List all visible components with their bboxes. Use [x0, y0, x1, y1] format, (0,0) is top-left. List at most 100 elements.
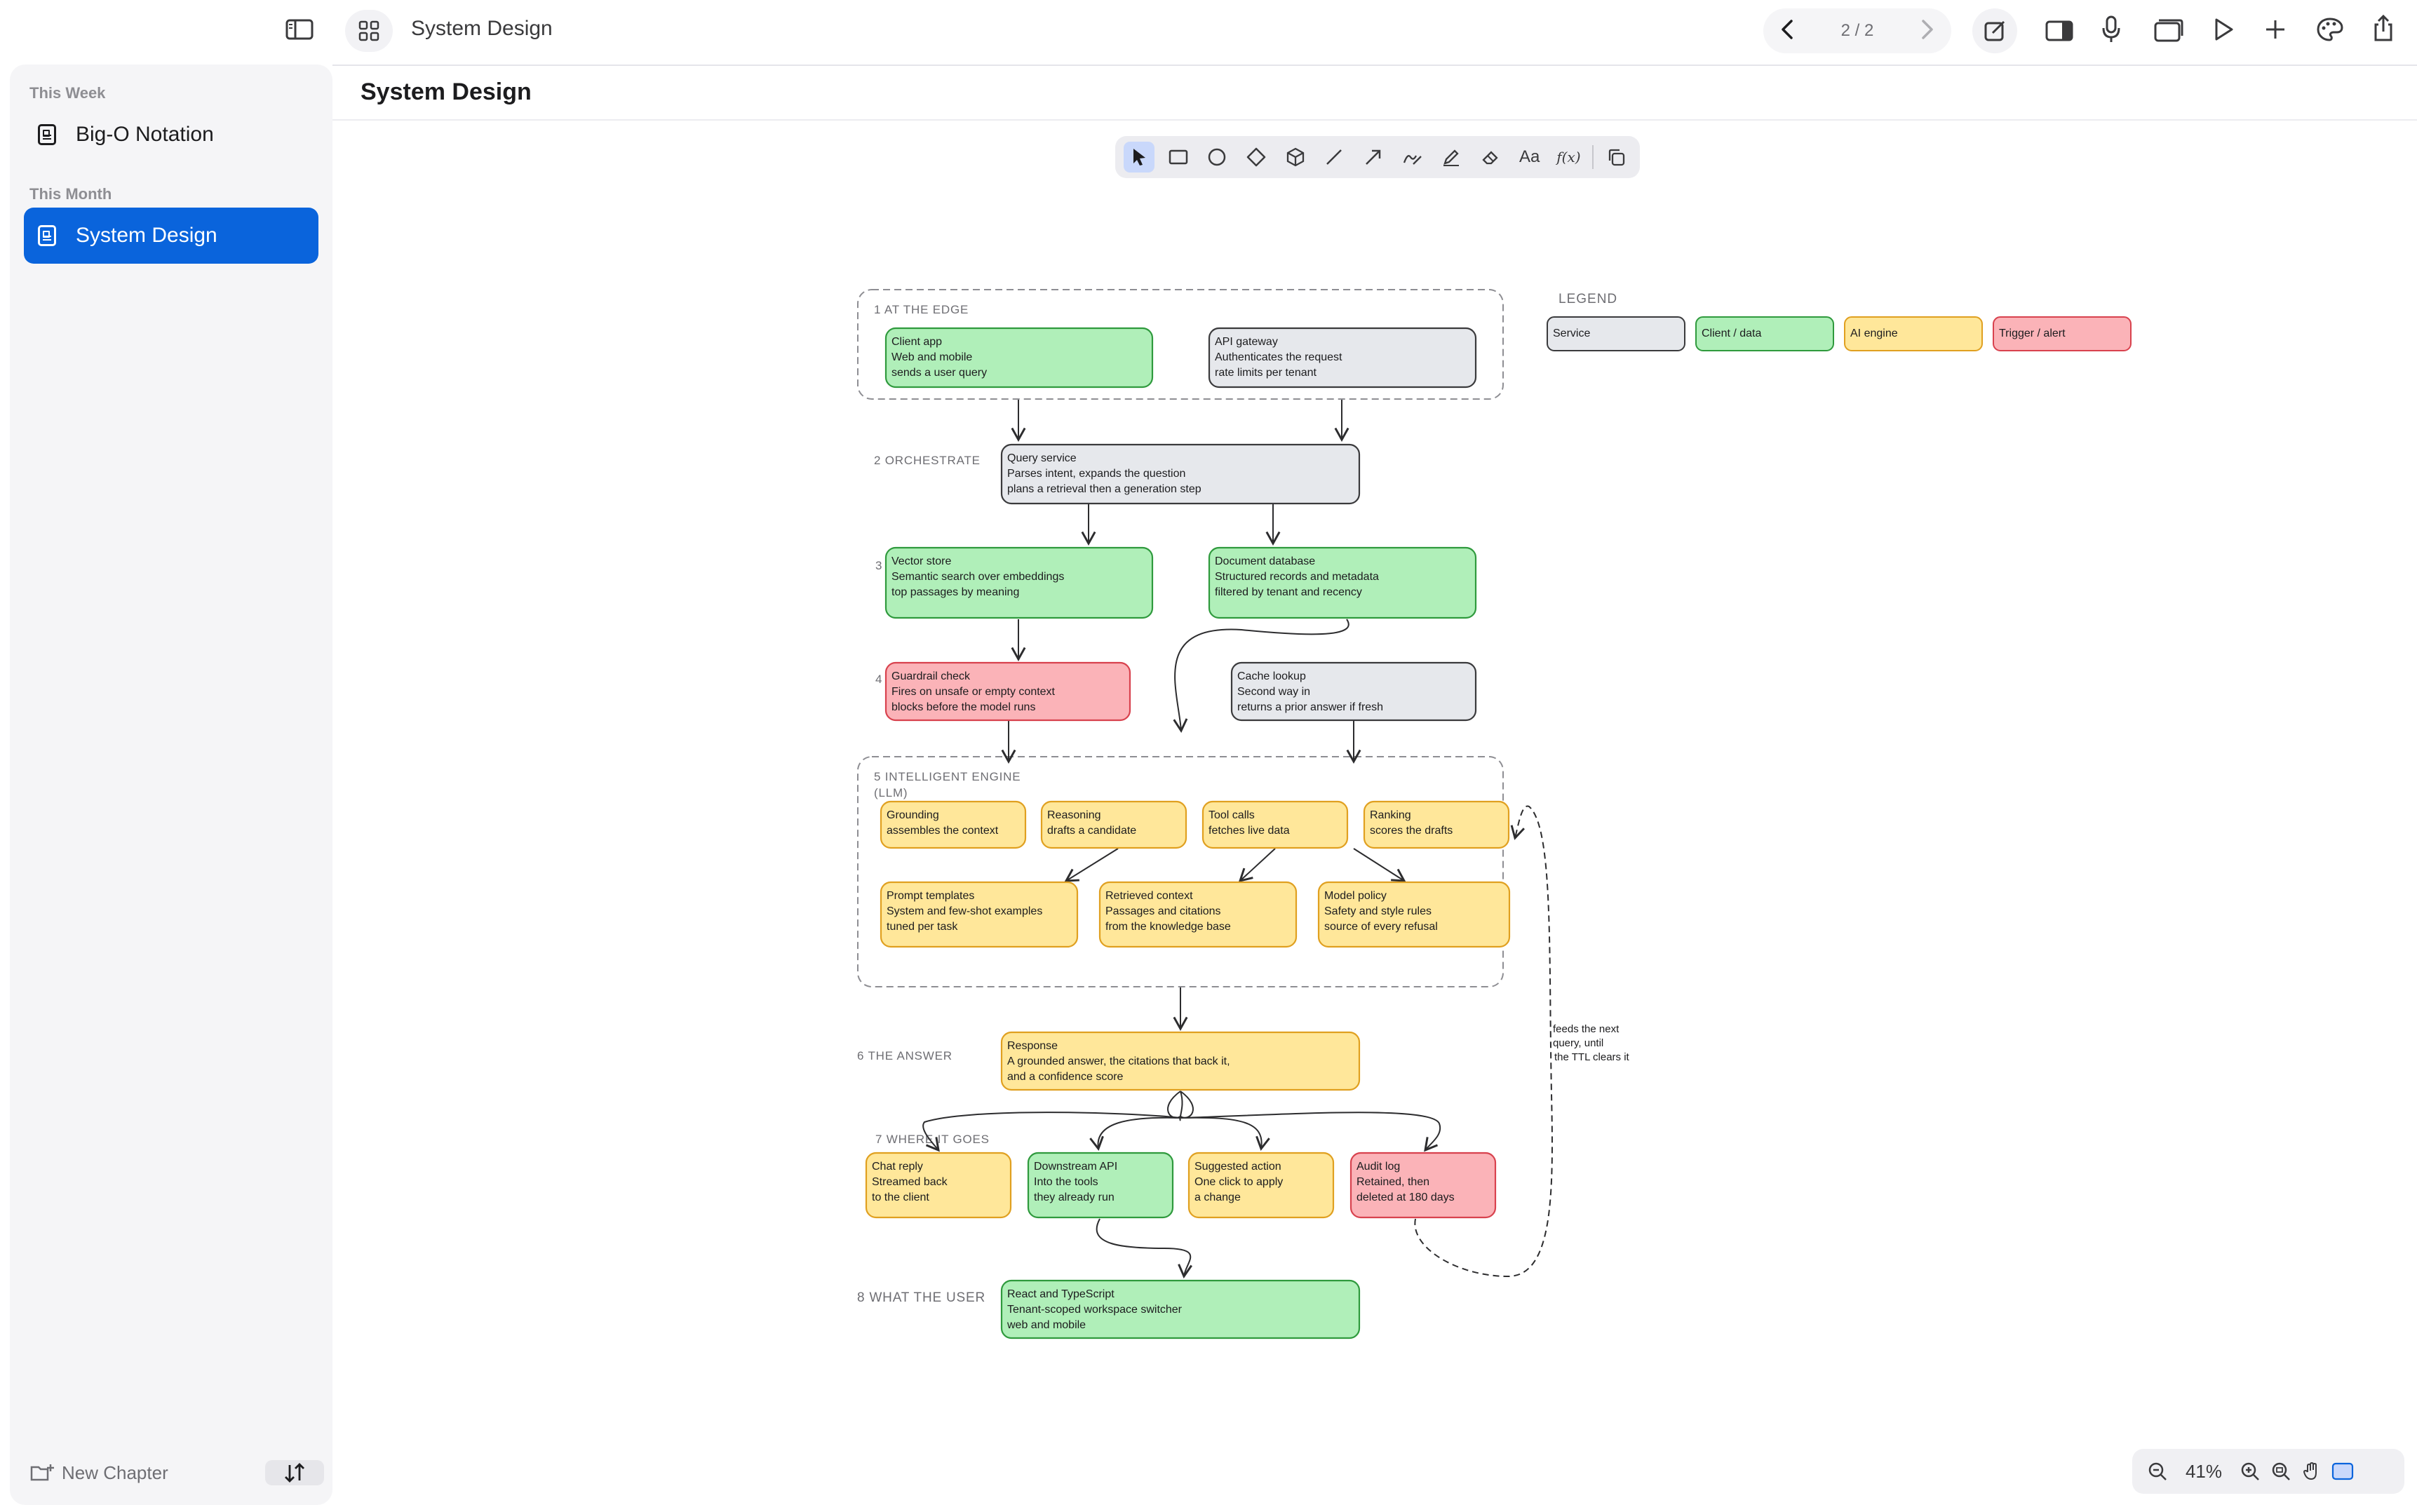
engine-group-label-2: (LLM) [874, 786, 908, 799]
engine-group-frame[interactable] [857, 756, 1504, 987]
node-text-line: Audit log [1356, 1161, 1400, 1173]
node-document-db[interactable]: Document database Structured records and … [1208, 546, 1477, 619]
zoom-bar: 41% [2132, 1449, 2404, 1494]
node-text-line: deleted at 180 days [1356, 1192, 1455, 1203]
node-grounding[interactable]: Grounding assembles the context [880, 800, 1027, 849]
feedback-note-line-1: feeds the next [1553, 1023, 1620, 1035]
node-text-line: web and mobile [1006, 1319, 1086, 1331]
node-client-app[interactable]: Client app Web and mobile sends a user que… [884, 327, 1154, 389]
zoom-level[interactable]: 41% [2173, 1461, 2235, 1483]
node-text-line: Retrieved context [1105, 890, 1193, 902]
node-api-gateway[interactable]: API gateway Authenticates the request rate… [1208, 327, 1477, 389]
node-text-line: Tool calls [1208, 809, 1255, 821]
node-cache[interactable]: Cache lookup Second way in returns a prior… [1230, 661, 1477, 722]
node-text-line: Passages and citations [1105, 905, 1221, 917]
user-label: 8 WHAT THE USER [857, 1290, 985, 1305]
legend-title: LEGEND [1558, 292, 1617, 306]
node-text-line: source of every refusal [1324, 921, 1438, 933]
node-text-line: top passages by meaning [891, 586, 1019, 598]
node-frontend[interactable]: React and TypeScript Tenant-scoped worksp… [1000, 1279, 1361, 1339]
minimap-icon[interactable] [2327, 1456, 2358, 1487]
node-text-line: One click to apply [1194, 1176, 1283, 1188]
node-text-line: API gateway [1215, 336, 1278, 348]
feedback-note-line-3: the TTL clears it [1554, 1051, 1630, 1063]
node-text-line: Downstream API [1034, 1161, 1117, 1173]
node-text-line: they already run [1034, 1192, 1115, 1203]
hand-tool-icon[interactable] [2296, 1456, 2327, 1487]
node-text-line: Suggested action [1194, 1161, 1281, 1173]
node-text-line: Response [1007, 1040, 1058, 1052]
legend-trigger-label: Trigger / alert [1999, 328, 2066, 339]
node-text-line: rate limits per tenant [1215, 367, 1317, 379]
node-ranking[interactable]: Ranking scores the drafts [1363, 800, 1510, 849]
node-text-line: Parses intent, expands the question [1007, 468, 1185, 480]
node-text-line: Into the tools [1034, 1176, 1098, 1188]
node-retrieved-context[interactable]: Retrieved context Passages and citations f… [1098, 881, 1298, 948]
node-model-policy[interactable]: Model policy Safety and style rules source… [1317, 881, 1511, 948]
diagram-canvas[interactable]: 1 AT THE EDGE 2 ORCHESTRATE 3 4 5 INTELL… [0, 0, 2417, 1512]
legend-service-label: Service [1553, 328, 1590, 339]
node-vector-store[interactable]: Vector store Semantic search over embeddi… [884, 546, 1154, 619]
node-text-line: fetches live data [1208, 825, 1290, 837]
node-text-line: A grounded answer, the citations that ba… [1007, 1055, 1230, 1067]
node-text-line: Vector store [891, 555, 951, 567]
node-text-line: and a confidence score [1007, 1071, 1124, 1083]
node-text-line: returns a prior answer if fresh [1237, 701, 1383, 713]
node-query-service[interactable]: Query service Parses intent, expands the … [1000, 443, 1361, 505]
node-prompt-templates[interactable]: Prompt templates System and few-shot exam… [880, 881, 1079, 948]
zoom-in-icon[interactable] [2235, 1456, 2265, 1487]
node-tool-calls[interactable]: Tool calls fetches live data [1201, 800, 1349, 849]
node-text-line: plans a retrieval then a generation step [1007, 483, 1201, 495]
node-reasoning[interactable]: Reasoning drafts a candidate [1040, 800, 1187, 849]
node-text-line: Client app [891, 336, 942, 348]
node-text-line: Ranking [1370, 809, 1411, 821]
node-text-line: Chat reply [872, 1161, 923, 1173]
node-text-line: Prompt templates [887, 890, 974, 902]
feedback-note-line-2: query, until [1553, 1037, 1603, 1049]
node-text-line: Guardrail check [891, 670, 971, 682]
node-suggested-action[interactable]: Suggested action One click to apply a chan… [1187, 1152, 1335, 1219]
node-text-line: Retained, then [1356, 1176, 1429, 1188]
feedback-note: feeds the next query, until the TTL clea… [1553, 1023, 1630, 1063]
legend: LEGEND Service Client / data AI engine T… [1547, 292, 2132, 351]
answer-label: 6 THE ANSWER [857, 1049, 952, 1062]
node-downstream-api[interactable]: Downstream API Into the tools they already… [1027, 1152, 1174, 1219]
node-guardrail[interactable]: Guardrail check Fires on unsafe or empty … [884, 661, 1131, 722]
node-text-line: Reasoning [1047, 809, 1101, 821]
zoom-out-icon[interactable] [2142, 1456, 2173, 1487]
node-text-line: from the knowledge base [1105, 921, 1231, 933]
node-text-line: Tenant-scoped workspace switcher [1007, 1304, 1183, 1316]
node-text-line: Web and mobile [891, 351, 972, 363]
node-text-line: Second way in [1237, 686, 1310, 698]
node-text-line: Structured records and metadata [1215, 571, 1379, 583]
node-text-line: Grounding [887, 809, 939, 821]
legend-client-label: Client / data [1702, 328, 1761, 339]
node-text-line: drafts a candidate [1047, 825, 1136, 837]
node-text-line: Safety and style rules [1324, 905, 1432, 917]
node-text-line: Fires on unsafe or empty context [891, 686, 1056, 698]
node-text-line: Cache lookup [1237, 670, 1306, 682]
step-4-label: 4 [875, 673, 882, 686]
node-chat-reply[interactable]: Chat reply Streamed back to the client [865, 1152, 1012, 1219]
node-text-line: tuned per task [887, 921, 958, 933]
node-response[interactable]: Response A grounded answer, the citations… [1000, 1031, 1361, 1091]
node-text-line: Streamed back [872, 1176, 948, 1188]
node-text-line: System and few-shot examples [887, 905, 1042, 917]
node-text-line: Authenticates the request [1215, 351, 1342, 363]
node-text-line: assembles the context [887, 825, 999, 837]
node-text-line: filtered by tenant and recency [1215, 586, 1362, 598]
node-text-line: a change [1194, 1192, 1241, 1203]
node-text-line: Semantic search over embeddings [891, 571, 1064, 583]
node-text-line: Document database [1215, 555, 1315, 567]
node-text-line: React and TypeScript [1007, 1288, 1115, 1300]
orchestrate-label: 2 ORCHESTRATE [874, 454, 981, 467]
node-text-line: Model policy [1324, 890, 1387, 902]
node-audit-log[interactable]: Audit log Retained, then deleted at 180 da… [1349, 1152, 1497, 1219]
node-text-line: sends a user query [891, 367, 987, 379]
zoom-fit-icon[interactable] [2265, 1456, 2296, 1487]
engine-group-label: 5 INTELLIGENT ENGINE [874, 770, 1021, 783]
step-3-label: 3 [875, 559, 882, 572]
node-text-line: scores the drafts [1370, 825, 1453, 837]
node-text-line: Query service [1007, 452, 1077, 464]
node-text-line: blocks before the model runs [891, 701, 1035, 713]
